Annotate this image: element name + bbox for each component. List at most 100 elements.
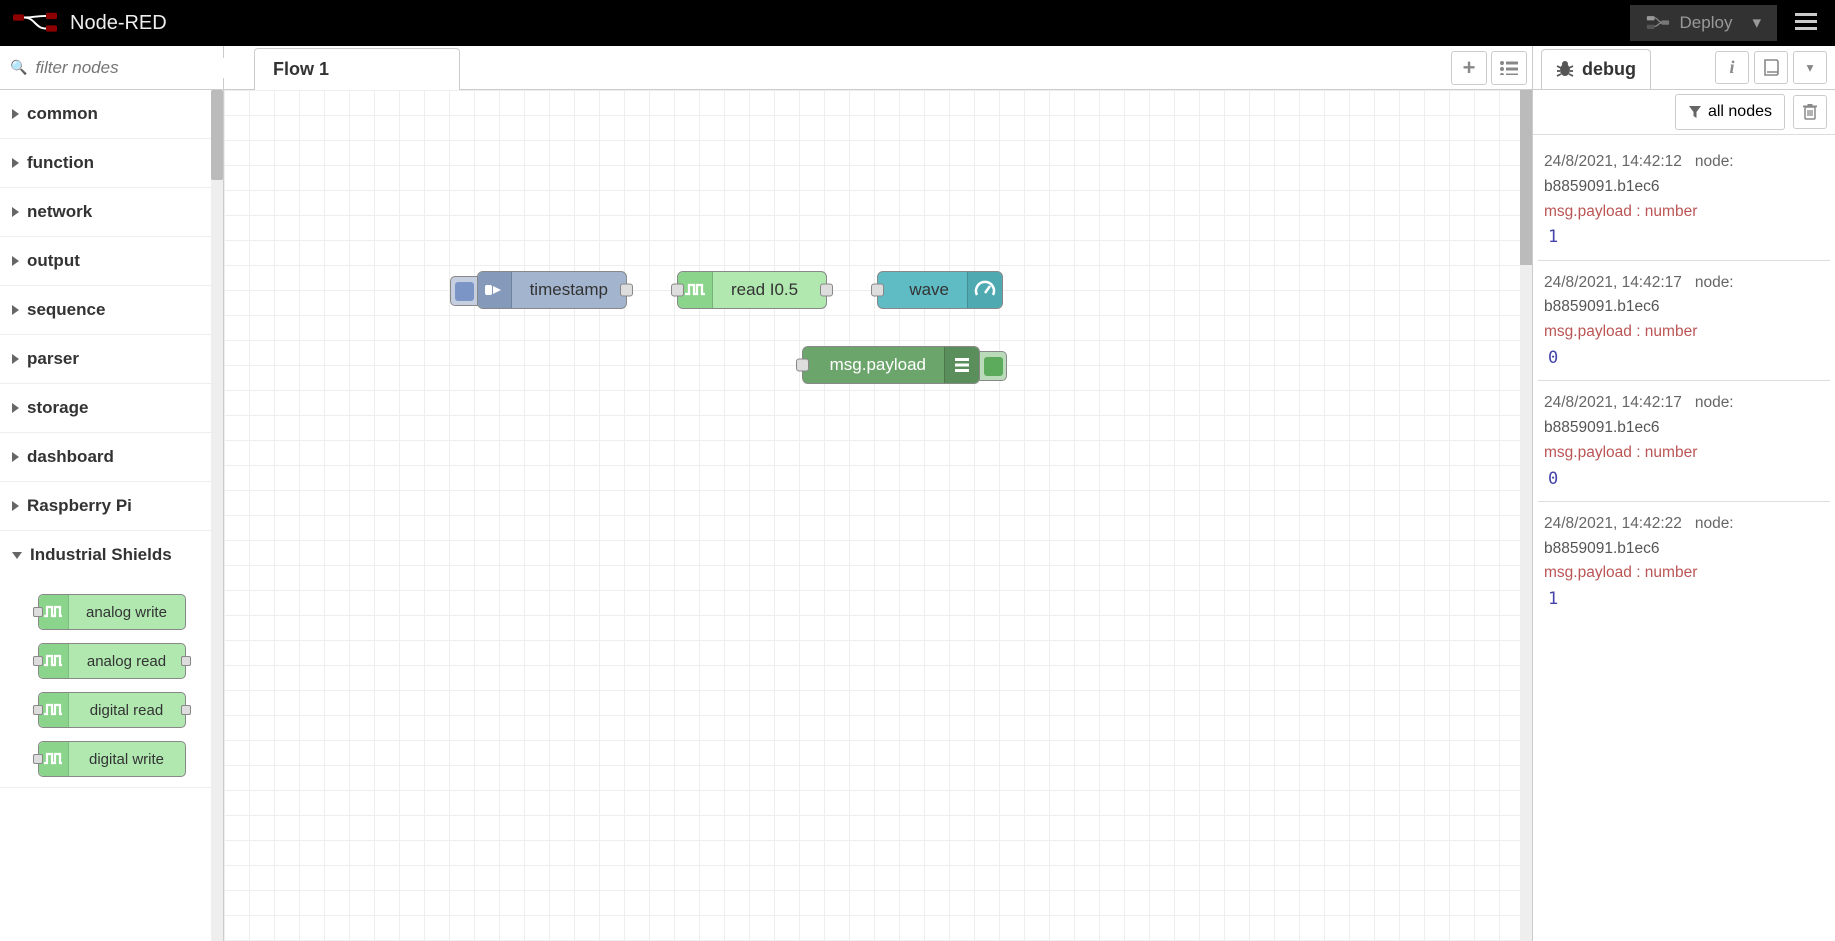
palette-node-label: analog read <box>69 653 185 670</box>
chevron-right-icon <box>12 354 19 364</box>
category-output[interactable]: output <box>0 237 223 285</box>
deploy-button[interactable]: Deploy ▾ <box>1630 5 1777 41</box>
category-function[interactable]: function <box>0 139 223 187</box>
sidebar: debug i ▾ all nodes 24/8/2021, 14:42:12 <box>1532 46 1835 941</box>
list-icon <box>1500 61 1518 75</box>
add-flow-button[interactable]: + <box>1451 51 1487 85</box>
debug-msg-value: 1 <box>1548 589 1558 609</box>
main-menu-button[interactable] <box>1787 5 1825 42</box>
inject-icon <box>478 272 512 308</box>
palette-node-analog-write[interactable]: analog write <box>38 594 186 630</box>
chevron-down-icon: ▾ <box>1752 13 1761 33</box>
category-label: Industrial Shields <box>30 545 172 565</box>
debug-clear-button[interactable] <box>1793 95 1827 129</box>
flow-node-wave[interactable]: wave <box>877 271 1003 309</box>
chevron-right-icon <box>12 305 19 315</box>
node-input-port <box>33 656 43 666</box>
category-industrial-shields[interactable]: Industrial Shields <box>0 531 223 579</box>
debug-msg-node-id: b8859091.b1ec6 <box>1544 419 1660 436</box>
category-label: network <box>27 202 92 222</box>
sidebar-tab-label: debug <box>1582 59 1636 80</box>
flow-node-debug[interactable]: msg.payload <box>802 346 980 384</box>
chevron-right-icon <box>12 501 19 511</box>
chevron-right-icon <box>12 256 19 266</box>
debug-msg-value: 0 <box>1548 469 1558 489</box>
category-label: common <box>27 104 98 124</box>
debug-msg-node-id: b8859091.b1ec6 <box>1544 178 1660 195</box>
debug-message[interactable]: 24/8/2021, 14:42:17 node: b8859091.b1ec6… <box>1538 380 1830 501</box>
node-input-port <box>33 754 43 764</box>
sidebar-book-button[interactable] <box>1754 51 1788 84</box>
debug-msg-time: 24/8/2021, 14:42:17 <box>1544 394 1682 411</box>
node-output-port <box>181 656 191 666</box>
category-label: output <box>27 251 80 271</box>
tab-label: Flow 1 <box>273 59 329 79</box>
chevron-right-icon <box>12 109 19 119</box>
category-label: sequence <box>27 300 105 320</box>
debug-msg-path: msg.payload : number <box>1544 203 1697 220</box>
info-icon: i <box>1729 57 1734 78</box>
app-title: Node-RED <box>70 12 167 35</box>
debug-msg-path: msg.payload : number <box>1544 564 1697 581</box>
node-input-port[interactable] <box>796 359 809 372</box>
deploy-icon <box>1646 14 1670 32</box>
category-parser[interactable]: parser <box>0 335 223 383</box>
sidebar-info-button[interactable]: i <box>1715 51 1749 84</box>
node-input-port <box>33 607 43 617</box>
sidebar-more-button[interactable]: ▾ <box>1793 51 1827 84</box>
canvas-scrollbar[interactable] <box>1520 90 1532 941</box>
category-label: Raspberry Pi <box>27 496 132 516</box>
category-dashboard[interactable]: dashboard <box>0 433 223 481</box>
debug-filter-button[interactable]: all nodes <box>1675 94 1785 130</box>
logo-area: Node-RED <box>10 12 1630 35</box>
sidebar-tabs: debug i ▾ <box>1533 46 1835 90</box>
debug-message[interactable]: 24/8/2021, 14:42:12 node: b8859091.b1ec6… <box>1538 140 1830 260</box>
category-label: function <box>27 153 94 173</box>
flow-node-read-io[interactable]: read I0.5 <box>677 271 827 309</box>
workspace: Flow 1 + timestamp <box>224 46 1532 941</box>
palette-node-digital-read[interactable]: digital read <box>38 692 186 728</box>
palette: 🔍 common function network output sequenc… <box>0 46 224 941</box>
flow-node-inject[interactable]: timestamp <box>477 271 627 309</box>
debug-msg-node-id: b8859091.b1ec6 <box>1544 540 1660 557</box>
palette-nodes-industrial-shields: analog write analog read digital read <box>0 579 223 787</box>
node-input-port[interactable] <box>871 284 884 297</box>
category-label: dashboard <box>27 447 114 467</box>
node-input-port <box>33 705 43 715</box>
node-input-port[interactable] <box>671 284 684 297</box>
category-storage[interactable]: storage <box>0 384 223 432</box>
category-sequence[interactable]: sequence <box>0 286 223 334</box>
list-flows-button[interactable] <box>1491 51 1527 85</box>
node-output-port[interactable] <box>820 284 833 297</box>
category-network[interactable]: network <box>0 188 223 236</box>
filter-icon <box>1688 105 1702 119</box>
category-raspberry-pi[interactable]: Raspberry Pi <box>0 482 223 530</box>
debug-message[interactable]: 24/8/2021, 14:42:17 node: b8859091.b1ec6… <box>1538 260 1830 381</box>
app-header: Node-RED Deploy ▾ <box>0 0 1835 46</box>
palette-scrollbar[interactable] <box>211 90 223 941</box>
debug-msg-time: 24/8/2021, 14:42:17 <box>1544 274 1682 291</box>
deploy-label: Deploy <box>1680 13 1733 33</box>
debug-msg-node-prefix: node: <box>1695 394 1734 411</box>
category-common[interactable]: common <box>0 90 223 138</box>
debug-toggle-button[interactable] <box>979 351 1007 381</box>
tab-flow-1[interactable]: Flow 1 <box>254 48 460 90</box>
canvas-grid <box>224 90 1532 941</box>
debug-message[interactable]: 24/8/2021, 14:42:22 node: b8859091.b1ec6… <box>1538 501 1830 622</box>
debug-msg-node-prefix: node: <box>1695 153 1734 170</box>
plus-icon: + <box>1463 55 1476 81</box>
palette-node-analog-read[interactable]: analog read <box>38 643 186 679</box>
palette-node-digital-write[interactable]: digital write <box>38 741 186 777</box>
sidebar-tab-debug[interactable]: debug <box>1541 49 1651 89</box>
debug-toolbar: all nodes <box>1533 90 1835 135</box>
debug-list-icon <box>944 347 979 383</box>
node-output-port[interactable] <box>620 284 633 297</box>
inject-trigger-button[interactable] <box>450 276 478 306</box>
flow-node-label: read I0.5 <box>713 280 816 300</box>
chevron-right-icon <box>12 158 19 168</box>
flow-node-label: timestamp <box>512 280 626 300</box>
bug-icon <box>1556 60 1574 78</box>
flow-canvas[interactable]: timestamp read I0.5 wave <box>224 90 1532 941</box>
debug-msg-path: msg.payload : number <box>1544 323 1697 340</box>
palette-node-label: analog write <box>69 604 185 621</box>
